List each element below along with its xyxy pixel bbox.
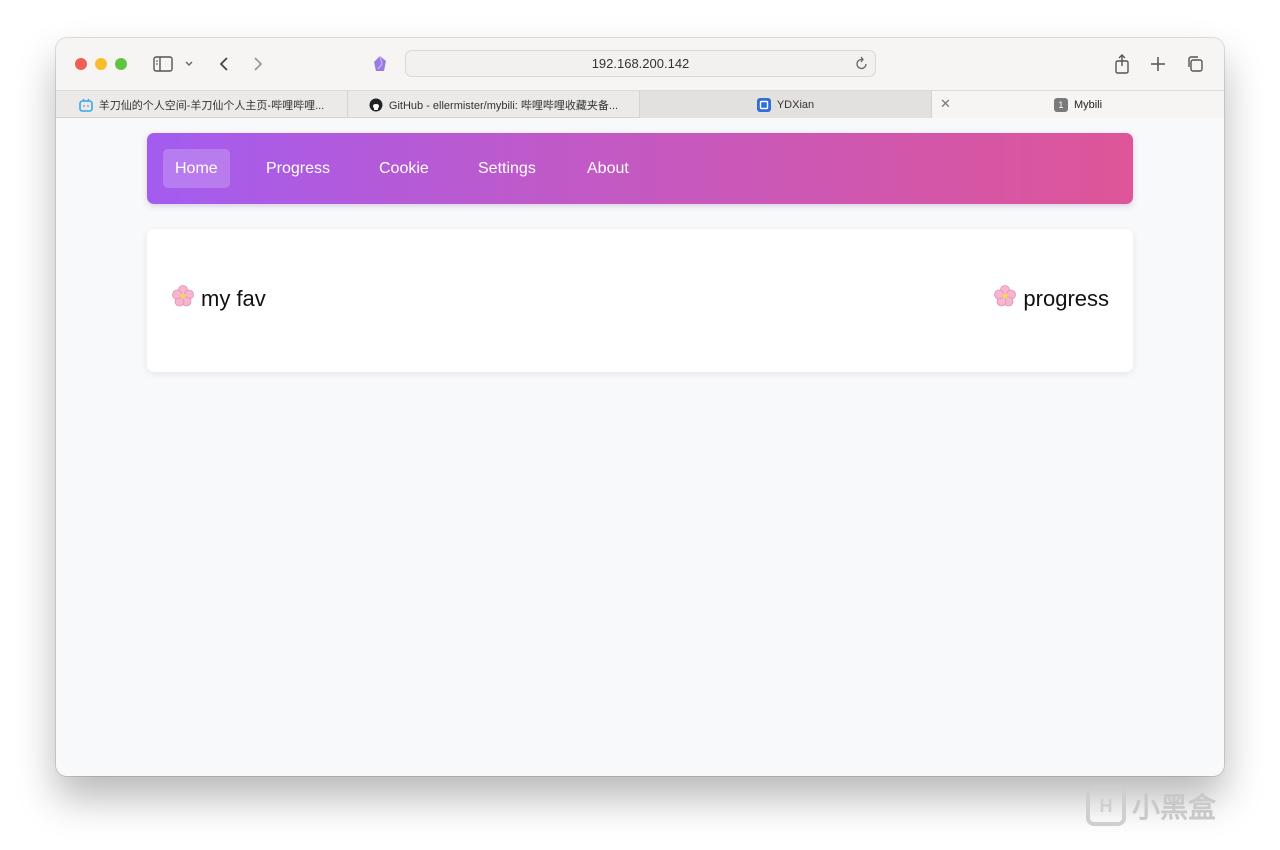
tab-bilibili[interactable]: 羊刀仙的个人空间-羊刀仙个人主页-哔哩哔哩... xyxy=(56,91,348,118)
tab-title: YDXian xyxy=(776,98,815,111)
back-icon[interactable] xyxy=(214,52,234,76)
tab-mybili[interactable]: ✕ 1 Mybili xyxy=(932,91,1224,118)
close-tab-icon[interactable]: ✕ xyxy=(940,96,951,112)
sidebar-toggle-icon[interactable] xyxy=(152,52,174,76)
tab-title: 羊刀仙的个人空间-羊刀仙个人主页-哔哩哔哩... xyxy=(98,99,325,112)
main-navbar: Home Progress Cookie Settings About xyxy=(147,133,1133,204)
tab-github[interactable]: GitHub - ellermister/mybili: 哔哩哔哩收藏夹备... xyxy=(348,91,640,118)
tab-overview-icon[interactable] xyxy=(1184,52,1206,76)
forward-icon[interactable] xyxy=(248,52,268,76)
zoom-window-button[interactable] xyxy=(115,58,127,70)
ydxian-icon xyxy=(756,97,771,112)
cherry-blossom-icon xyxy=(993,284,1017,314)
progress-label: progress xyxy=(1023,286,1109,311)
nav-cookie[interactable]: Cookie xyxy=(367,149,441,188)
tab-title: GitHub - ellermister/mybili: 哔哩哔哩收藏夹备... xyxy=(388,99,619,112)
tab-ydxian[interactable]: YDXian xyxy=(640,91,932,118)
nav-about[interactable]: About xyxy=(575,149,641,188)
address-bar[interactable]: 192.168.200.142 xyxy=(405,50,876,77)
browser-window: 192.168.200.142 羊刀仙的个人空间-羊刀仙个人主页-哔哩哔哩... xyxy=(56,38,1224,776)
tab-bar: 羊刀仙的个人空间-羊刀仙个人主页-哔哩哔哩... GitHub - ellerm… xyxy=(56,90,1224,118)
mybili-icon: 1 xyxy=(1053,97,1068,112)
chevron-down-icon[interactable] xyxy=(182,52,196,76)
watermark: H 小黑盒 xyxy=(1086,784,1216,828)
home-card: my fav progress xyxy=(147,229,1133,372)
share-icon[interactable] xyxy=(1112,52,1132,76)
github-icon xyxy=(369,98,383,112)
tab-badge: 1 xyxy=(1058,99,1064,110)
my-fav-label: my fav xyxy=(201,286,266,311)
extension-icon[interactable] xyxy=(370,52,390,76)
url-text: 192.168.200.142 xyxy=(591,56,690,71)
browser-toolbar: 192.168.200.142 xyxy=(56,38,1224,90)
nav-home[interactable]: Home xyxy=(163,149,230,188)
page-content: Home Progress Cookie Settings About my f… xyxy=(56,118,1224,776)
progress-link[interactable]: progress xyxy=(993,284,1109,314)
nav-settings[interactable]: Settings xyxy=(466,149,548,188)
watermark-text: 小黑盒 xyxy=(1132,792,1217,823)
minimize-window-button[interactable] xyxy=(95,58,107,70)
heybox-logo-icon: H xyxy=(1086,786,1126,826)
nav-progress[interactable]: Progress xyxy=(254,149,342,188)
new-tab-icon[interactable] xyxy=(1148,52,1168,76)
close-window-button[interactable] xyxy=(75,58,87,70)
cherry-blossom-icon xyxy=(171,284,195,314)
tab-title: Mybili xyxy=(1073,98,1103,111)
my-fav-link[interactable]: my fav xyxy=(171,284,266,314)
reload-icon[interactable] xyxy=(855,55,869,74)
bilibili-icon xyxy=(78,98,93,112)
